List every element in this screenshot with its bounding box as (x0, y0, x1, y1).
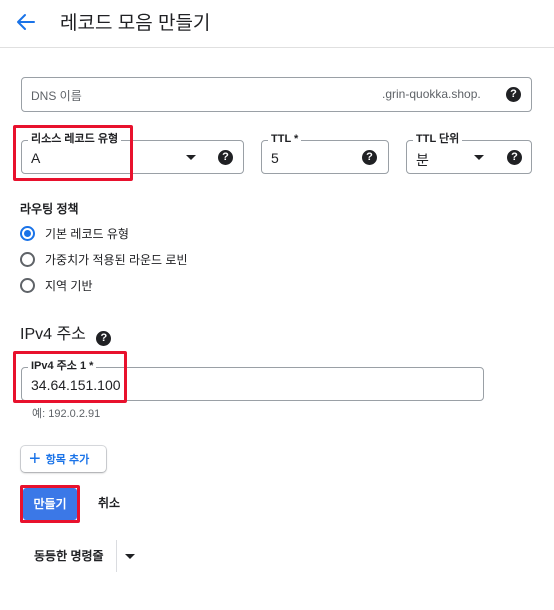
record-type-select[interactable]: 리소스 레코드 유형 A ? (21, 132, 244, 174)
add-item-label: 항목 추가 (45, 454, 90, 466)
ttl-unit-label: TTL 단위 (413, 132, 463, 146)
equivalent-command-button[interactable]: 동등한 명령줄 (22, 540, 141, 572)
radio-button-checked[interactable] (20, 225, 35, 241)
ipv4-heading-text: IPv4 주소 (20, 326, 86, 343)
ipv4-address-field[interactable]: IPv4 주소 1 * 34.64.151.100 (21, 359, 484, 401)
help-icon[interactable]: ? (506, 87, 521, 102)
record-type-label: 리소스 레코드 유형 (28, 132, 122, 146)
page-title: 레코드 모음 만들기 (60, 13, 211, 34)
create-button[interactable]: 만들기 (23, 488, 77, 520)
ttl-label: TTL * (268, 132, 302, 146)
back-arrow-icon[interactable] (10, 8, 42, 36)
equivalent-command-label: 동등한 명령줄 (34, 549, 104, 563)
ipv4-heading: IPv4 주소 ? (20, 320, 112, 346)
plus-icon: + (29, 448, 41, 470)
help-icon[interactable]: ? (218, 150, 233, 165)
dns-name-placeholder: DNS 이름 (31, 89, 82, 103)
dns-name-field[interactable]: DNS 이름 .grin-quokka.shop. ? (21, 77, 532, 112)
chevron-down-icon (186, 155, 196, 160)
help-icon[interactable]: ? (507, 150, 522, 165)
radio-label: 가중치가 적용된 라운드 로빈 (45, 252, 188, 267)
ttl-unit-value: 분 (416, 152, 429, 168)
ttl-value: 5 (271, 150, 279, 166)
radio-label: 지역 기반 (45, 278, 93, 293)
chevron-down-icon[interactable] (117, 540, 141, 572)
ipv4-field-value: 34.64.151.100 (31, 377, 121, 393)
chevron-down-icon (474, 155, 484, 160)
ttl-unit-select[interactable]: TTL 단위 분 ? (406, 132, 532, 174)
radio-button[interactable] (20, 251, 35, 267)
ipv4-hint: 예: 192.0.2.91 (32, 408, 101, 420)
record-type-value: A (31, 150, 41, 166)
help-icon[interactable]: ? (96, 331, 112, 346)
radio-button[interactable] (20, 277, 35, 293)
cancel-button[interactable]: 취소 (98, 494, 120, 511)
radio-label: 기본 레코드 유형 (45, 226, 129, 241)
header-bar: 레코드 모음 만들기 (0, 0, 554, 48)
radio-option-default[interactable]: 기본 레코드 유형 (20, 223, 129, 243)
help-icon[interactable]: ? (362, 150, 377, 165)
routing-policy-title: 라우팅 정책 (20, 202, 79, 216)
ttl-field[interactable]: TTL * 5 ? (261, 132, 389, 174)
radio-option-geo[interactable]: 지역 기반 (20, 275, 93, 295)
add-item-button[interactable]: + 항목 추가 (21, 446, 106, 472)
radio-option-weighted[interactable]: 가중치가 적용된 라운드 로빈 (20, 249, 187, 269)
dns-name-suffix: .grin-quokka.shop. (382, 87, 481, 101)
ipv4-field-label: IPv4 주소 1 * (28, 359, 97, 373)
